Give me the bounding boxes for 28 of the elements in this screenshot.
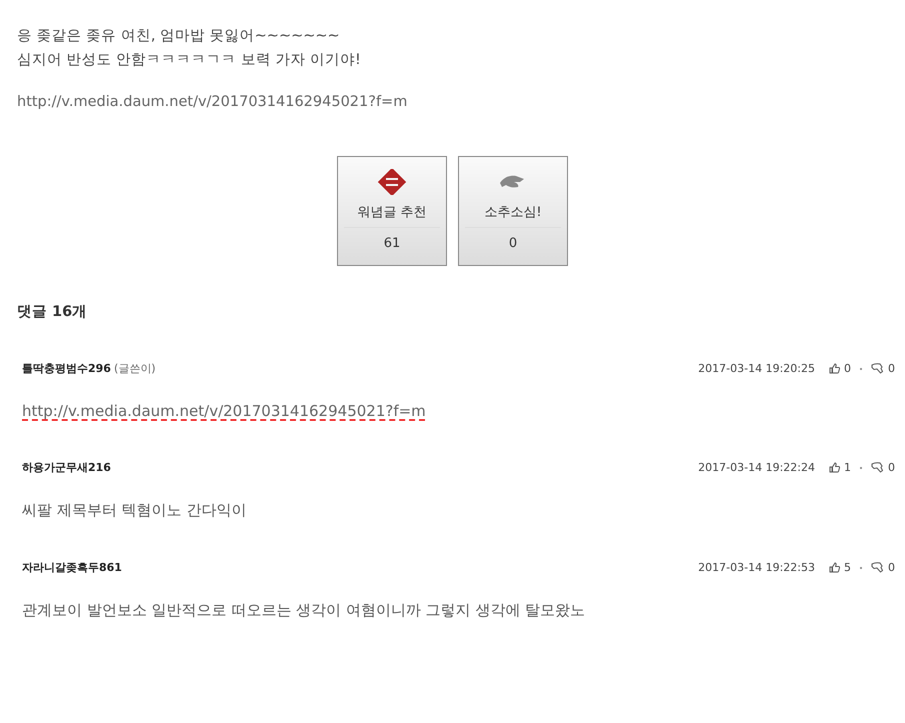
thumbs-up-icon[interactable] xyxy=(829,363,840,374)
recommend-button[interactable]: 워념글 추천 61 xyxy=(337,156,447,266)
thumbs-down-icon[interactable] xyxy=(871,462,884,473)
comment-time: 2017-03-14 19:22:24 xyxy=(698,461,815,474)
comment-time: 2017-03-14 19:22:53 xyxy=(698,561,815,574)
like-count: 0 xyxy=(844,362,851,375)
dislike-button[interactable]: 소추소심! 0 xyxy=(458,156,568,266)
comments-header: 댓글 16개 xyxy=(17,303,88,321)
post-text: 심지어 반성도 안함ㅋㅋㅋㅋㄱㅋ 보력 가자 이기야! xyxy=(17,51,362,70)
comment-author[interactable]: 틀딱충평범수296 xyxy=(22,361,111,376)
dislike-count: 0 xyxy=(888,362,895,375)
author-tag: (글쓴이) xyxy=(114,361,156,376)
thumbs-down-icon[interactable] xyxy=(871,562,884,573)
like-count: 5 xyxy=(844,561,851,574)
dislike-count: 0 xyxy=(888,461,895,474)
thumbs-up-icon[interactable] xyxy=(829,462,840,473)
dislike-count: 0 xyxy=(888,561,895,574)
comment-text: 씨팔 제목부터 텍혐이노 간다익이 xyxy=(22,501,246,519)
comment-link[interactable]: http://v.media.daum.net/v/20170314162945021?f=m xyxy=(22,402,426,420)
like-count: 1 xyxy=(844,461,851,474)
post-link[interactable]: http://v.media.daum.net/v/20170314162945021?f=m xyxy=(17,94,888,110)
post-text: 응 좆같은 좆유 여친, 엄마밥 못잃어~~~~~~~ xyxy=(17,27,341,46)
comment-text: 관계보이 발언보소 일반적으로 떠오르는 생각이 여혐이니까 그렇지 생각에 탈모왔노 xyxy=(22,601,586,619)
comment-author[interactable]: 하용가군무새216 xyxy=(22,460,111,475)
comment-author[interactable]: 자라니갈좆흑두861 xyxy=(22,560,122,575)
comment-time: 2017-03-14 19:20:25 xyxy=(698,362,815,375)
thumbs-down-icon[interactable] xyxy=(871,363,884,374)
thumbs-up-icon[interactable] xyxy=(829,562,840,573)
